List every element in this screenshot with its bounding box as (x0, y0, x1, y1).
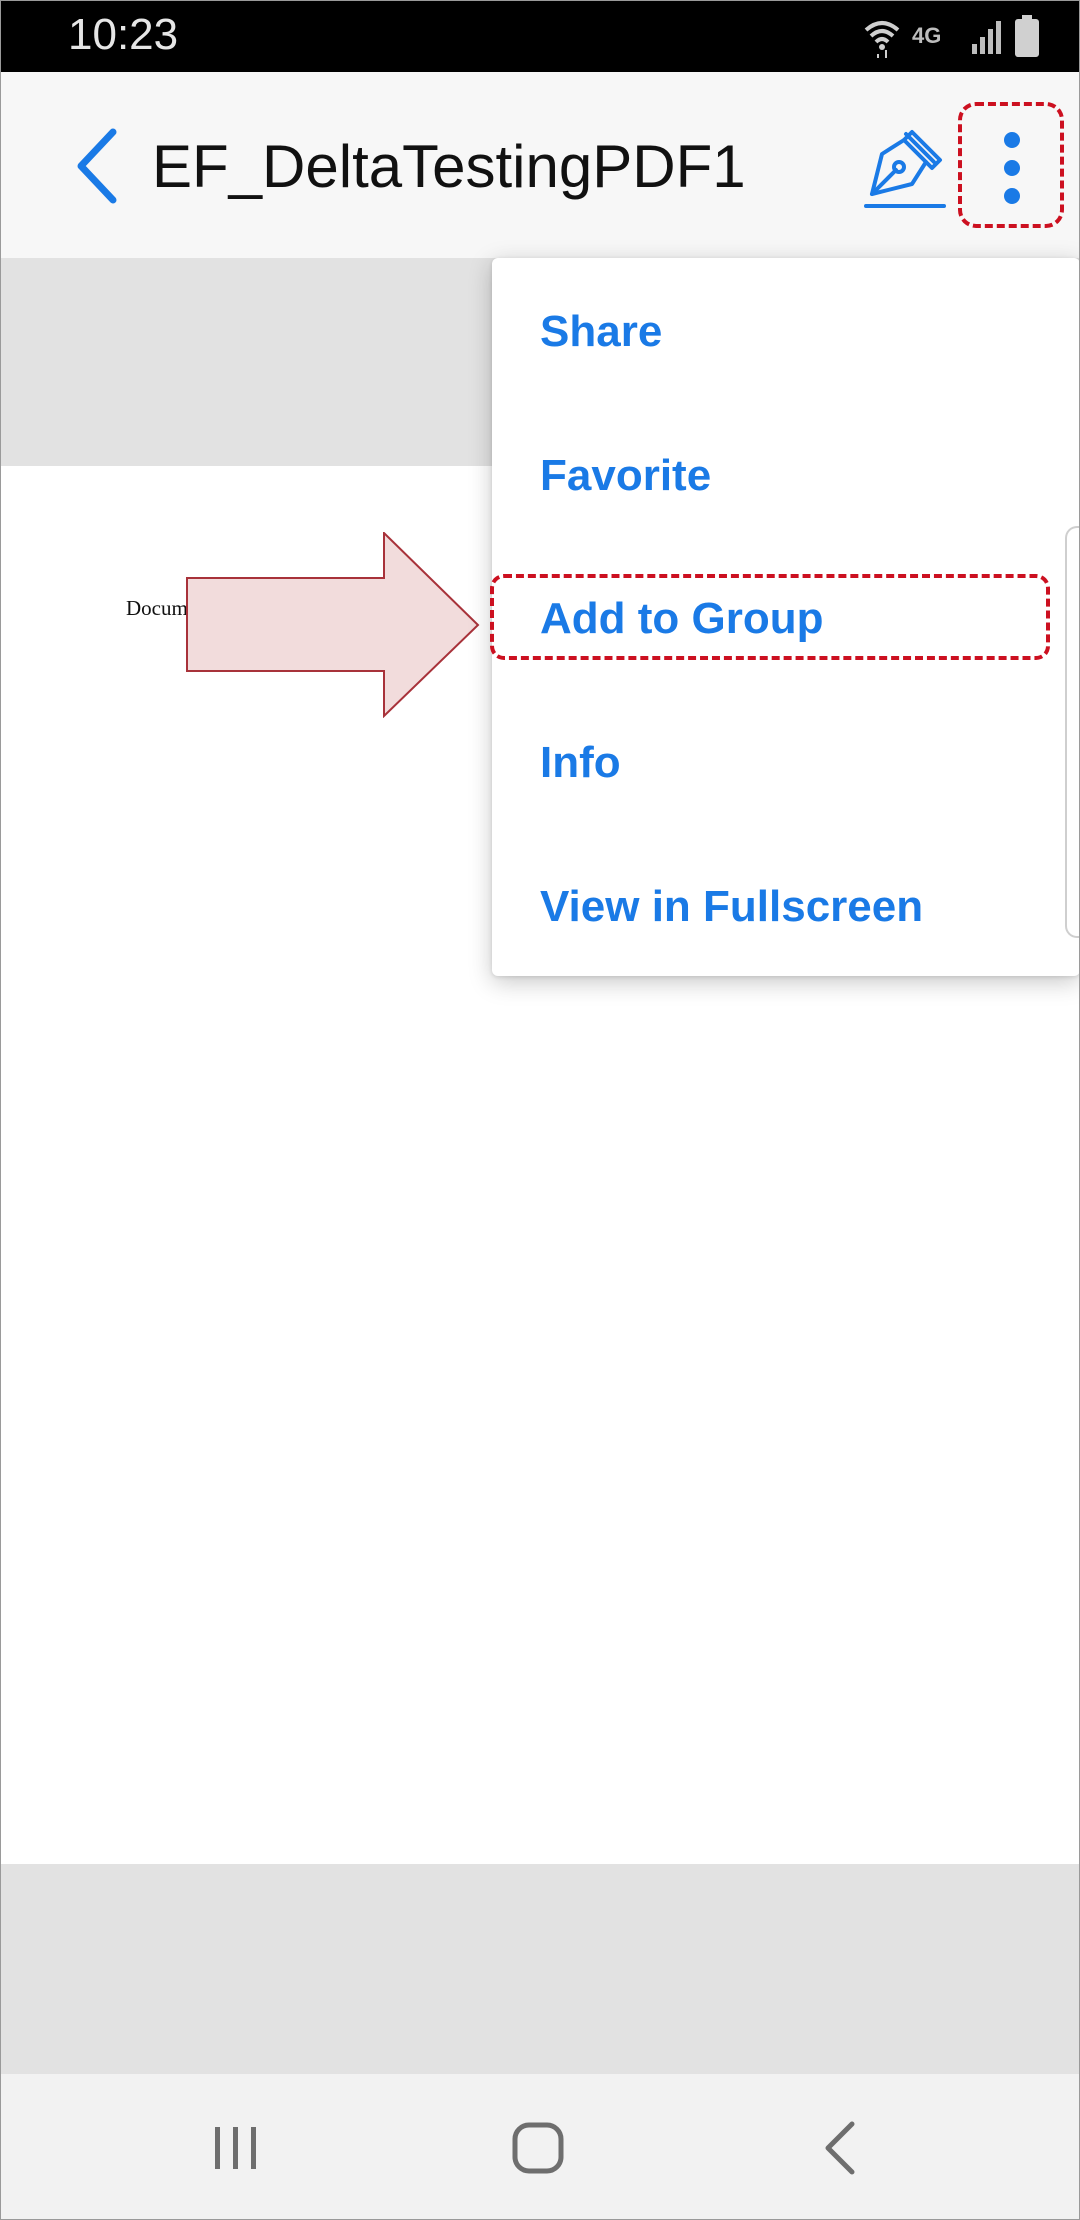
menu-item-view-fullscreen[interactable]: View in Fullscreen (540, 867, 923, 947)
signal-icon (972, 21, 1001, 54)
battery-icon (1015, 15, 1039, 57)
status-icons: 4G (862, 12, 1040, 60)
app-bar: EF_DeltaTestingPDF1 (0, 72, 1080, 259)
recent-apps-icon (215, 2127, 256, 2169)
document-title: EF_DeltaTestingPDF1 (152, 133, 746, 200)
back-button[interactable] (56, 118, 136, 214)
pen-nib-icon (864, 130, 946, 208)
chevron-left-icon (77, 128, 117, 204)
status-bar: 10:23 4G (0, 0, 1080, 72)
home-icon (512, 2122, 564, 2174)
menu-item-share[interactable]: Share (540, 292, 662, 372)
more-options-button[interactable] (958, 102, 1064, 228)
edge-panel-handle[interactable] (1065, 526, 1080, 938)
recent-apps-button[interactable] (186, 2112, 286, 2184)
overflow-menu: Share Favorite Add to Group Info View in… (490, 258, 1080, 976)
status-time: 10:23 (68, 10, 179, 59)
document-text: Docum (126, 596, 188, 620)
network-label: 4G (912, 23, 941, 48)
page-gap-bottom (0, 1864, 1080, 2074)
wifi-icon (864, 21, 900, 58)
back-arrow-icon (825, 2121, 855, 2175)
home-button[interactable] (488, 2112, 588, 2184)
network-4g-icon: 4G (912, 23, 941, 48)
back-nav-button[interactable] (790, 2112, 890, 2184)
navigation-bar (0, 2074, 1080, 2220)
annotation-arrow-icon (186, 532, 480, 718)
menu-item-info[interactable]: Info (540, 723, 621, 803)
menu-item-add-to-group[interactable]: Add to Group (540, 579, 824, 659)
menu-item-favorite[interactable]: Favorite (540, 436, 711, 516)
sign-button[interactable] (862, 124, 948, 210)
